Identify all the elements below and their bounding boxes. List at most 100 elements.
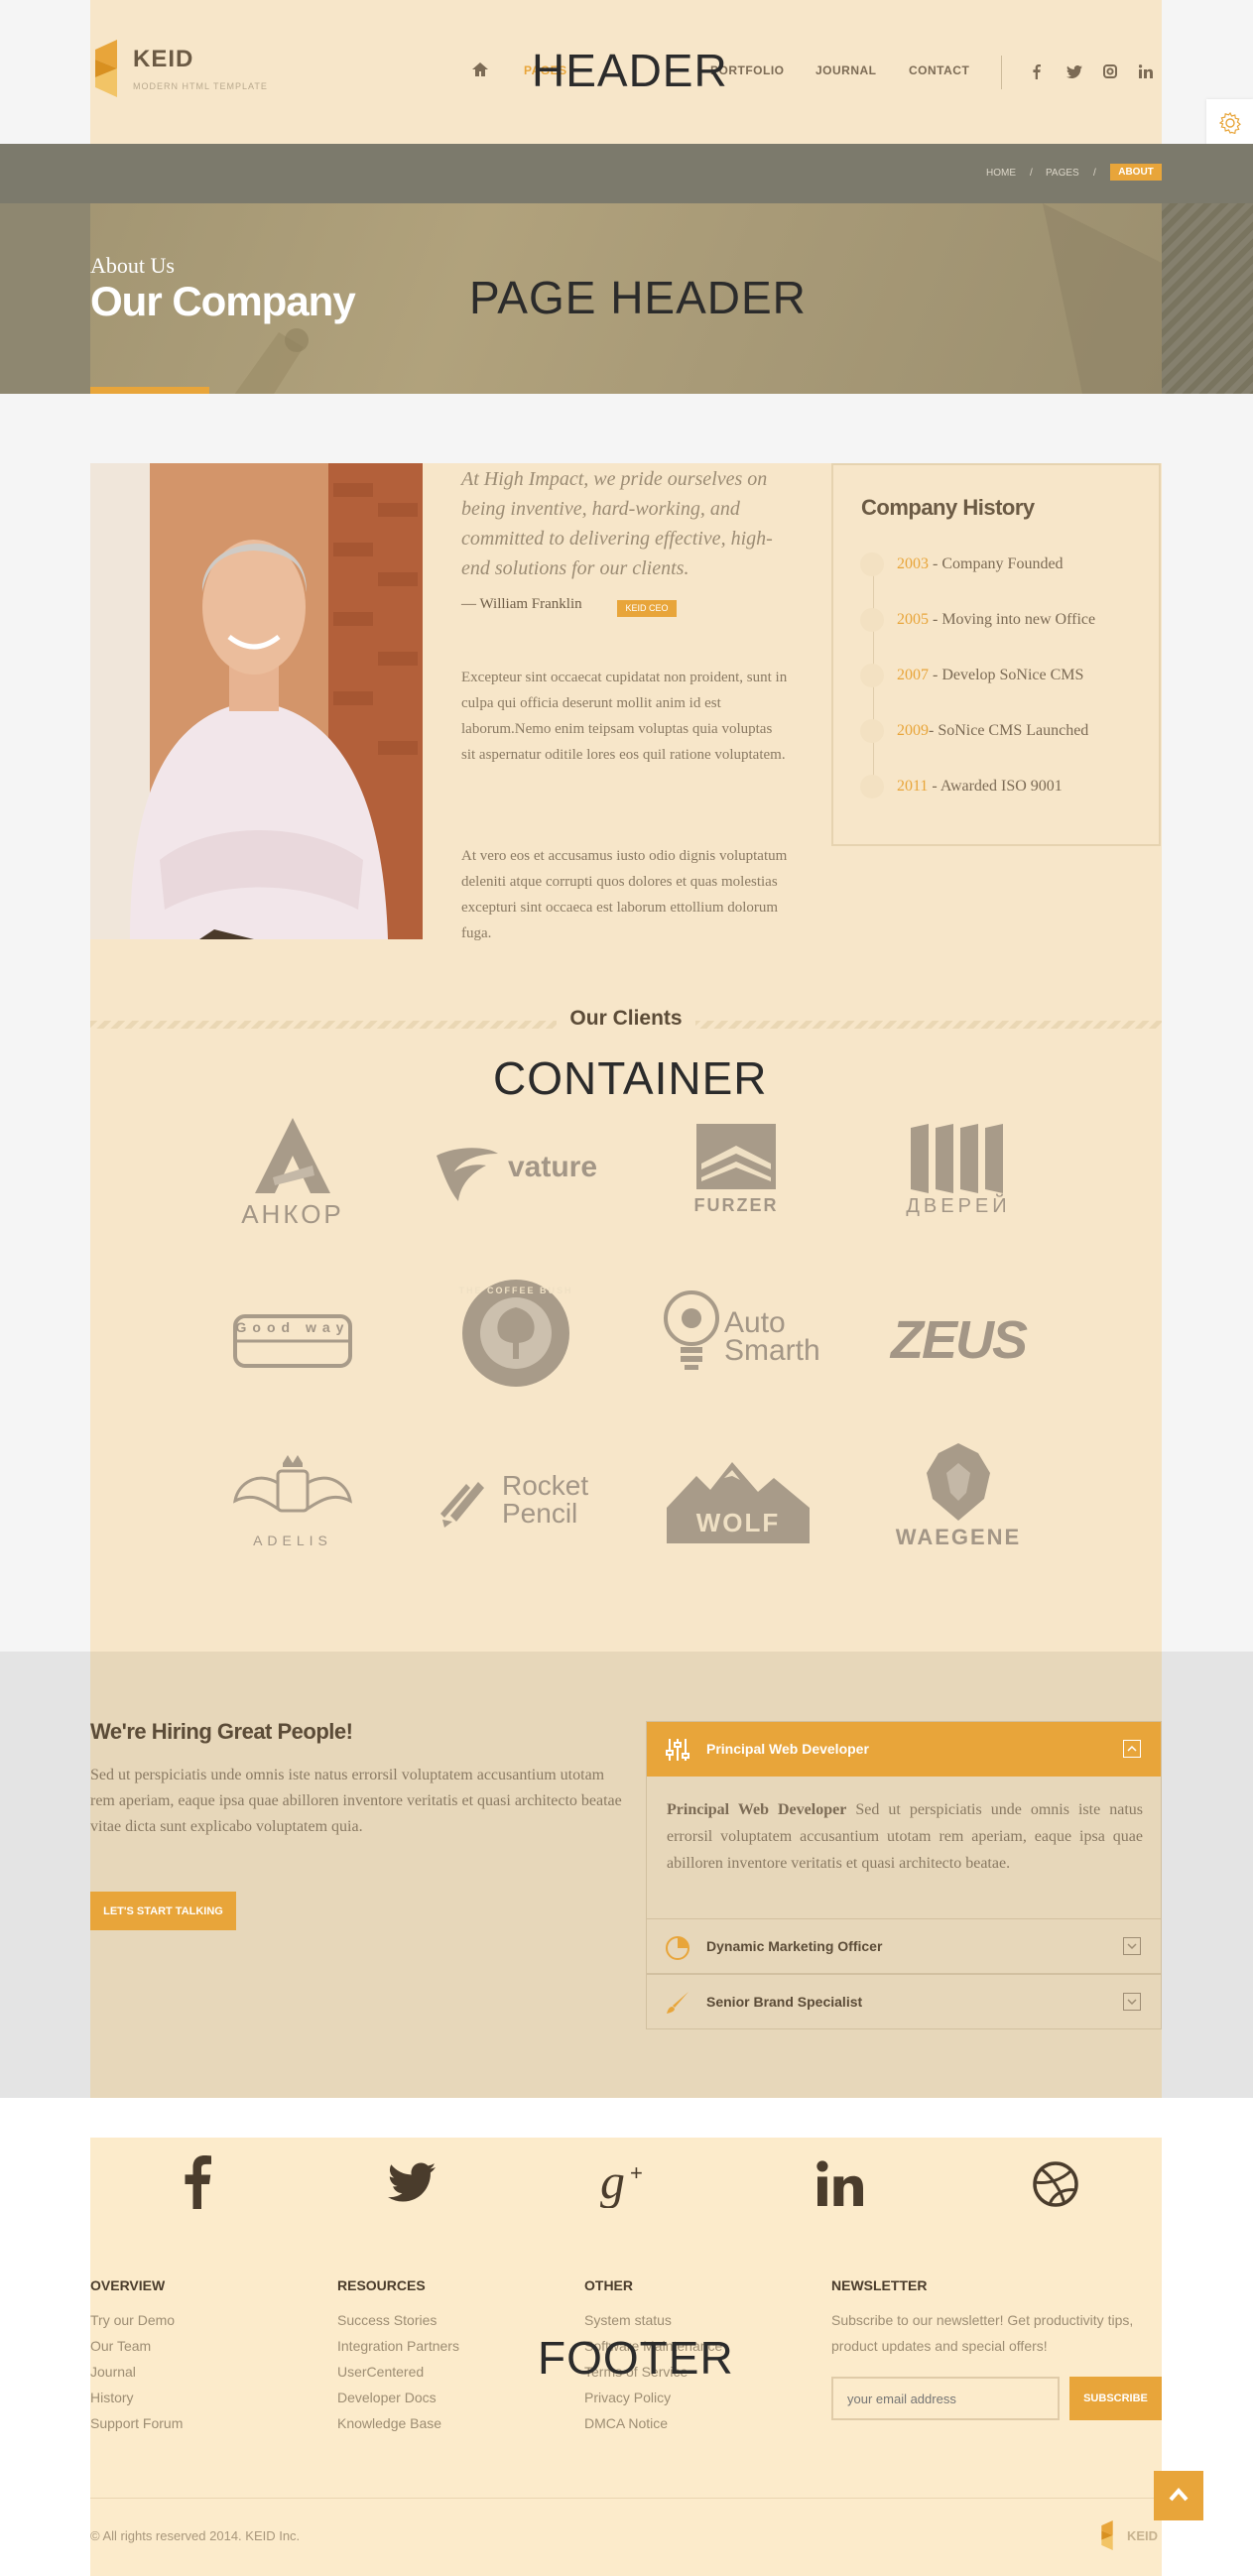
ankor-logo-icon — [255, 1118, 330, 1193]
page-header-bg-left — [0, 203, 90, 394]
client-logo-dverey[interactable]: ДВЕРЕЙ — [859, 1124, 1058, 1243]
footer-link[interactable]: History — [90, 2390, 134, 2405]
footer-link[interactable]: UserCentered — [337, 2364, 424, 2380]
clients-title: Our Clients — [557, 1007, 695, 1031]
logo-subtitle: MODERN HTML TEMPLATE — [133, 81, 268, 91]
title-accent-bar — [90, 387, 209, 394]
auto-smarth-logo-icon — [664, 1290, 719, 1370]
client-logo-coffee-bush[interactable]: THE COFFEE BUSH — [417, 1278, 615, 1397]
job-accordion-header[interactable]: Principal Web Developer — [647, 1722, 1161, 1777]
job-description: Principal Web Developer Sed ut perspicia… — [667, 1801, 1143, 1872]
breadcrumb-home[interactable]: HOME — [986, 168, 1016, 179]
header-section-label: HEADER — [532, 45, 728, 96]
timeline-dot — [860, 719, 884, 743]
footer-logo-text[interactable]: KEID — [1127, 2528, 1158, 2543]
sliders-icon — [666, 1739, 689, 1761]
job-accordion-item[interactable]: Senior Brand Specialist — [646, 1974, 1162, 2029]
start-talking-button[interactable]: LET'S START TALKING — [90, 1892, 236, 1930]
newsletter-email-input[interactable] — [831, 2377, 1060, 2420]
client-logo-waegene[interactable]: WAEGENE — [859, 1443, 1058, 1562]
footer-section-label: FOOTER — [538, 2332, 734, 2384]
footer-link[interactable]: Success Stories — [337, 2312, 437, 2328]
linkedin-icon[interactable] — [1139, 64, 1153, 78]
facebook-icon[interactable] — [184, 2155, 211, 2209]
job-title: Senior Brand Specialist — [706, 1994, 863, 2010]
portrait-image — [90, 463, 423, 939]
timeline-dot — [860, 664, 884, 687]
chevron-down-icon — [1127, 1999, 1137, 2006]
timeline-dot — [860, 552, 884, 576]
twitter-icon[interactable] — [1066, 65, 1082, 78]
page-header-bg-right — [1162, 203, 1253, 394]
expand-toggle[interactable] — [1123, 1993, 1141, 2011]
chevron-up-icon — [1169, 2488, 1189, 2502]
newsletter-title: NEWSLETTER — [831, 2277, 928, 2293]
client-logo-auto-smarth[interactable]: Auto Smarth — [637, 1289, 835, 1409]
page-eyebrow: About Us — [90, 253, 175, 278]
timeline-dot — [860, 775, 884, 798]
footer-logo-mark-icon[interactable] — [1101, 2520, 1113, 2550]
facebook-icon[interactable] — [1033, 64, 1041, 79]
svg-text:g: g — [600, 2154, 625, 2208]
container-section-label: CONTAINER — [493, 1052, 768, 1104]
logo-mark-icon[interactable] — [95, 40, 117, 97]
adelis-logo-icon — [233, 1455, 352, 1513]
hiring-text: Sed ut perspiciatis unde omnis iste natu… — [90, 1767, 622, 1835]
timeline-item: 2011 - Awarded ISO 9001 — [897, 778, 1063, 795]
nav-item-journal[interactable]: JOURNAL — [815, 63, 877, 77]
back-to-top-button[interactable] — [1154, 2471, 1203, 2520]
job-accordion-item-open: Principal Web Developer Principal Web De… — [646, 1721, 1162, 1919]
client-logo-rocket-pencil[interactable]: Rocket Pencil — [417, 1468, 615, 1587]
timeline-item: 2009- SoNice CMS Launched — [897, 722, 1089, 739]
footer-link[interactable]: Journal — [90, 2364, 136, 2380]
client-logo-ankor[interactable]: АНКОР — [193, 1116, 392, 1235]
footer-link[interactable]: Knowledge Base — [337, 2415, 441, 2431]
footer-link[interactable]: System status — [584, 2312, 672, 2328]
pie-chart-icon — [666, 1936, 689, 1960]
twitter-icon[interactable] — [388, 2162, 436, 2202]
collapse-toggle[interactable] — [1123, 1740, 1141, 1758]
client-logo-wolf[interactable]: WOLF — [637, 1458, 835, 1577]
waegene-logo-icon — [927, 1443, 990, 1521]
hiring-title: We're Hiring Great People! — [90, 1719, 353, 1744]
footer-link[interactable]: Privacy Policy — [584, 2390, 671, 2405]
furzer-logo-icon — [696, 1124, 776, 1189]
home-icon[interactable] — [472, 62, 488, 76]
settings-panel-toggle[interactable] — [1206, 99, 1253, 146]
footer-link[interactable]: Developer Docs — [337, 2390, 437, 2405]
page-title: Our Company — [90, 278, 356, 324]
timeline-dot — [860, 608, 884, 632]
footer-link[interactable]: DMCA Notice — [584, 2415, 668, 2431]
footer-link[interactable]: Our Team — [90, 2338, 151, 2354]
dribbble-icon[interactable] — [1032, 2160, 1079, 2208]
svg-text:+: + — [630, 2160, 643, 2185]
nav-divider — [1001, 56, 1002, 89]
ceo-portrait — [90, 463, 423, 939]
google-plus-icon[interactable]: g + — [600, 2154, 652, 2208]
client-logo-zeus[interactable]: ZEUS — [859, 1309, 1058, 1428]
chevron-up-icon — [1127, 1745, 1137, 1752]
expand-toggle[interactable] — [1123, 1937, 1141, 1955]
quote-author: — William Franklin — [461, 596, 582, 612]
subscribe-button[interactable]: SUBSCRIBE — [1069, 2377, 1162, 2420]
instagram-icon[interactable] — [1103, 64, 1117, 78]
client-logo-furzer[interactable]: FURZER — [637, 1124, 835, 1243]
page-header-section-label: PAGE HEADER — [469, 272, 807, 323]
linkedin-icon[interactable] — [816, 2160, 864, 2206]
nav-item-contact[interactable]: CONTACT — [909, 63, 969, 77]
job-accordion-item[interactable]: Dynamic Marketing Officer — [646, 1918, 1162, 1974]
footer-link[interactable]: Try our Demo — [90, 2312, 175, 2328]
logo-text[interactable]: KEID — [133, 46, 193, 73]
client-logo-goodway[interactable]: Good way — [193, 1309, 392, 1428]
breadcrumb-separator: / — [1093, 168, 1096, 179]
breadcrumb-pages[interactable]: PAGES — [1046, 168, 1079, 179]
dverey-logo-icon — [911, 1124, 1003, 1193]
timeline-item: 2005 - Moving into new Office — [897, 611, 1096, 628]
client-logo-vature[interactable]: vature — [417, 1141, 615, 1260]
footer-link[interactable]: Integration Partners — [337, 2338, 459, 2354]
footer-link[interactable]: Support Forum — [90, 2415, 183, 2431]
chevron-down-icon — [1127, 1943, 1137, 1950]
client-logo-adelis[interactable]: ADELIS — [193, 1453, 392, 1572]
timeline-item: 2003 - Company Founded — [897, 555, 1064, 572]
footer-column-title: OVERVIEW — [90, 2277, 166, 2293]
